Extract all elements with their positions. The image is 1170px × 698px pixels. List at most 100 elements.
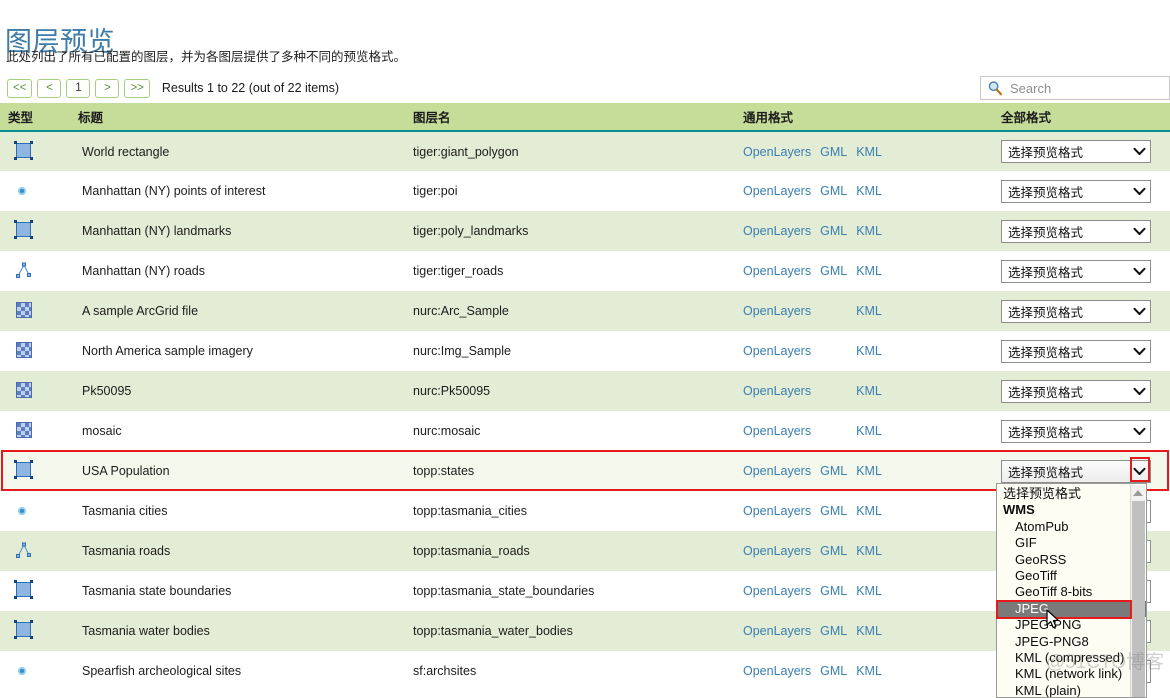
chevron-down-icon[interactable] [1128,261,1150,282]
format-link-gml[interactable]: GML [820,504,847,518]
dropdown-option[interactable]: 选择预览格式 [997,486,1146,502]
column-header-common[interactable]: 通用格式 [735,103,993,132]
pager-first-button[interactable]: << [7,78,33,98]
dropdown-option[interactable]: KML (compressed) [997,650,1146,666]
chevron-down-icon[interactable] [1128,141,1150,162]
dropdown-option[interactable]: GIF [997,535,1146,551]
format-link-kml[interactable]: KML [856,504,882,518]
pager-last-button[interactable]: >> [124,78,150,98]
format-link-gml[interactable]: GML [820,464,847,478]
format-link-kml[interactable]: KML [856,464,882,478]
table-row[interactable]: Pk50095 nurc:Pk50095 OpenLayers KML 选择预览格式 [0,371,1170,411]
chevron-down-icon[interactable] [1128,421,1150,442]
preview-format-select[interactable]: 选择预览格式 [1001,259,1151,283]
dropdown-option[interactable]: KML (plain) [997,683,1146,697]
search-input[interactable] [1008,79,1158,97]
preview-format-select-wrap[interactable]: 选择预览格式 [1001,459,1151,483]
format-link-openlayers[interactable]: OpenLayers [743,544,811,558]
dropdown-option[interactable]: KML (network link) [997,666,1146,682]
format-link-openlayers[interactable]: OpenLayers [743,264,811,278]
column-header-title[interactable]: 标题 [70,103,405,132]
format-link-openlayers[interactable]: OpenLayers [743,464,811,478]
table-row[interactable]: Tasmania state boundaries topp:tasmania_s… [0,571,1170,611]
table-row[interactable]: Tasmania water bodies topp:tasmania_water… [0,611,1170,651]
preview-format-select[interactable]: 选择预览格式 [1001,379,1151,403]
chevron-down-icon[interactable] [1128,341,1150,362]
format-link-kml[interactable]: KML [856,424,882,438]
dropdown-scrollbar[interactable] [1130,485,1145,697]
preview-format-select-wrap[interactable]: 选择预览格式 [1001,379,1151,403]
pager-next-button[interactable]: > [95,78,120,98]
scroll-up-arrow-icon[interactable] [1133,490,1143,496]
dropdown-option[interactable]: GeoRSS [997,552,1146,568]
column-header-type[interactable]: 类型 [0,103,70,132]
preview-format-select[interactable]: 选择预览格式 [1001,339,1151,363]
format-link-gml[interactable]: GML [820,145,847,159]
format-link-openlayers[interactable]: OpenLayers [743,304,811,318]
chevron-down-icon[interactable] [1128,381,1150,402]
format-link-openlayers[interactable]: OpenLayers [743,504,811,518]
preview-format-select[interactable]: 选择预览格式 [1001,179,1151,203]
dropdown-option[interactable]: GeoTiff [997,568,1146,584]
preview-format-select-wrap[interactable]: 选择预览格式 [1001,339,1151,363]
format-link-openlayers[interactable]: OpenLayers [743,584,811,598]
search-box[interactable] [980,76,1170,100]
table-row[interactable]: Tasmania roads topp:tasmania_roads OpenLay… [0,531,1170,571]
format-link-kml[interactable]: KML [856,624,882,638]
format-link-kml[interactable]: KML [856,184,882,198]
table-row[interactable]: World rectangle tiger:giant_polygon OpenLa… [0,131,1170,171]
scrollbar-thumb[interactable] [1132,501,1145,697]
format-link-openlayers[interactable]: OpenLayers [743,145,811,159]
preview-format-dropdown-list[interactable]: 选择预览格式 WMS AtomPub GIF GeoRSS GeoTiff GeoTiff … [996,483,1147,698]
preview-format-select-wrap[interactable]: 选择预览格式 [1001,299,1151,323]
format-link-gml[interactable]: GML [820,664,847,678]
format-link-gml[interactable]: GML [820,264,847,278]
format-link-kml[interactable]: KML [856,544,882,558]
chevron-down-icon[interactable] [1128,301,1150,322]
format-link-kml[interactable]: KML [856,344,882,358]
table-row[interactable]: Manhattan (NY) landmarks tiger:poly_landm… [0,211,1170,251]
pager-prev-button[interactable]: < [37,78,62,98]
table-row[interactable]: Spearfish archeological sites sf:archsite… [0,651,1170,691]
preview-format-select-wrap[interactable]: 选择预览格式 [1001,179,1151,203]
format-link-openlayers[interactable]: OpenLayers [743,184,811,198]
column-header-all[interactable]: 全部格式 [993,103,1170,132]
chevron-down-icon[interactable] [1128,461,1150,482]
preview-format-select-wrap[interactable]: 选择预览格式 [1001,140,1151,163]
format-link-kml[interactable]: KML [856,304,882,318]
preview-format-select[interactable]: 选择预览格式 [1001,299,1151,323]
format-link-openlayers[interactable]: OpenLayers [743,224,811,238]
table-row[interactable]: Manhattan (NY) points of interest tiger:p… [0,171,1170,211]
preview-format-select[interactable]: 选择预览格式 [1001,219,1151,243]
format-link-openlayers[interactable]: OpenLayers [743,424,811,438]
format-link-kml[interactable]: KML [856,264,882,278]
preview-format-select-wrap[interactable]: 选择预览格式 [1001,219,1151,243]
dropdown-option[interactable]: JPEG-PNG8 [997,634,1146,650]
preview-format-select[interactable]: 选择预览格式 [1001,419,1151,443]
table-row[interactable]: A sample ArcGrid file nurc:Arc_Sample Open… [0,291,1170,331]
dropdown-option[interactable]: JPEG [997,600,1146,618]
pager-page-1-button[interactable]: 1 [66,78,91,98]
format-link-kml[interactable]: KML [856,384,882,398]
table-row[interactable]: North America sample imagery nurc:Img_Sam… [0,331,1170,371]
format-link-kml[interactable]: KML [856,145,882,159]
format-link-kml[interactable]: KML [856,224,882,238]
table-row[interactable]: Tasmania cities topp:tasmania_cities OpenL… [0,491,1170,531]
format-link-gml[interactable]: GML [820,224,847,238]
preview-format-select-wrap[interactable]: 选择预览格式 [1001,259,1151,283]
column-header-name[interactable]: 图层名 [405,103,735,132]
table-row[interactable]: Manhattan (NY) roads tiger:tiger_roads Ope… [0,251,1170,291]
table-row[interactable]: mosaic nurc:mosaic OpenLayers KML 选择预览格式 [0,411,1170,451]
dropdown-option[interactable]: GeoTiff 8-bits [997,584,1146,600]
chevron-down-icon[interactable] [1128,221,1150,242]
preview-format-select-wrap[interactable]: 选择预览格式 [1001,419,1151,443]
dropdown-option[interactable]: AtomPub [997,519,1146,535]
format-link-gml[interactable]: GML [820,184,847,198]
format-link-openlayers[interactable]: OpenLayers [743,664,811,678]
chevron-down-icon[interactable] [1128,181,1150,202]
preview-format-select[interactable]: 选择预览格式 [1001,140,1151,163]
dropdown-option[interactable]: JPEG-PNG [997,617,1146,633]
format-link-openlayers[interactable]: OpenLayers [743,344,811,358]
table-row[interactable]: USA Population topp:states OpenLayers GML KM… [0,451,1170,491]
format-link-gml[interactable]: GML [820,624,847,638]
